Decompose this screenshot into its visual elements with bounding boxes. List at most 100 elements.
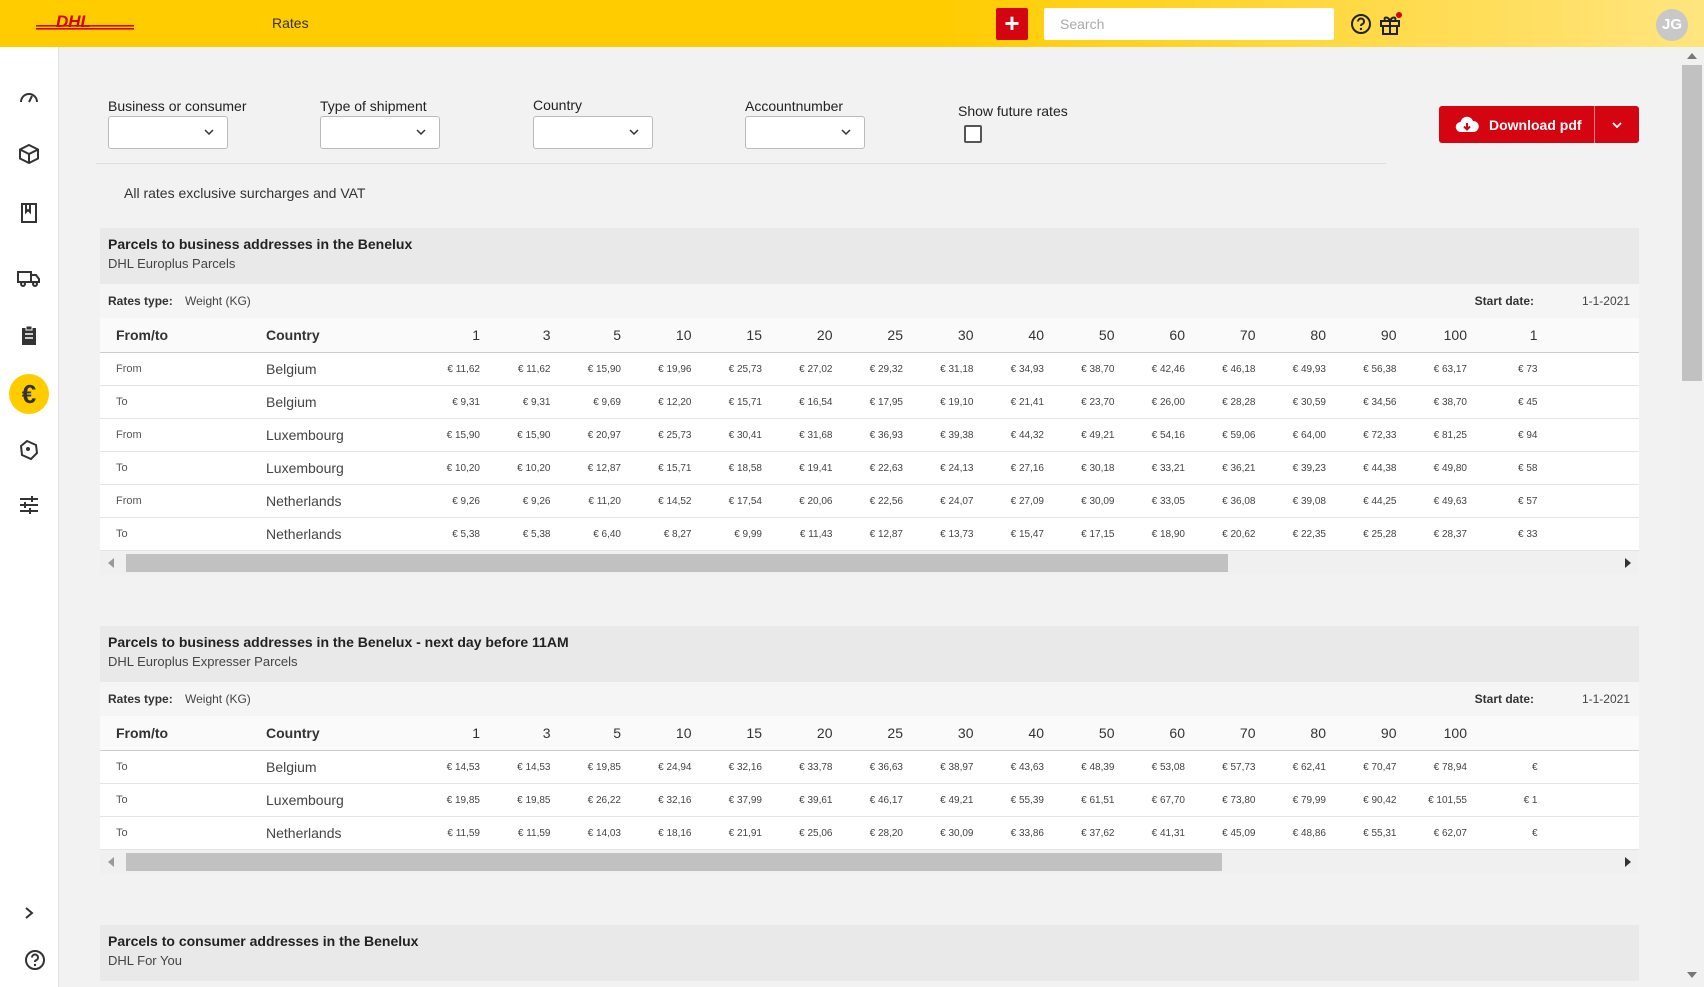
avatar[interactable]: JG	[1656, 9, 1688, 41]
rate-cell: € 63,17	[1433, 363, 1467, 375]
row-country: Belgium	[266, 759, 317, 775]
card-meta: Rates type: Weight (KG) Start date: 1-1-…	[100, 284, 1639, 318]
scroll-up-icon[interactable]	[1687, 53, 1697, 59]
shipment-type-label: Type of shipment	[320, 98, 427, 114]
table-row: To Belgium € 14,53 € 14,53 € 19,85 € 24,94 € 3…	[100, 751, 1639, 784]
rate-cell: € 30,09	[1081, 495, 1115, 507]
column-header-weight: 80	[1310, 327, 1326, 343]
scroll-right-icon[interactable]	[1625, 857, 1631, 867]
rate-cell: € 101,55	[1428, 794, 1467, 806]
rate-cell: € 73,80	[1222, 794, 1256, 806]
country-select[interactable]	[533, 116, 653, 149]
scroll-thumb[interactable]	[126, 853, 1222, 871]
future-rates-checkbox[interactable]	[964, 125, 982, 143]
row-country: Luxembourg	[266, 460, 344, 476]
scroll-right-icon[interactable]	[1625, 558, 1631, 568]
card-header: Parcels to business addresses in the Ben…	[100, 626, 1639, 682]
shipment-type-select[interactable]	[320, 116, 440, 149]
column-header-weight: 3	[542, 327, 551, 343]
rate-cell: € 64,00	[1292, 429, 1326, 441]
scroll-thumb[interactable]	[126, 554, 1228, 572]
country-label: Country	[533, 97, 583, 113]
help-icon[interactable]	[1350, 13, 1372, 35]
horizontal-scrollbar[interactable]	[100, 850, 1639, 874]
chevron-right-icon[interactable]	[16, 900, 42, 926]
horizontal-scrollbar[interactable]	[100, 551, 1639, 575]
download-pdf-button[interactable]: Download pdf	[1439, 106, 1639, 143]
euro-icon[interactable]: €	[9, 374, 49, 414]
dhl-logo[interactable]: DHL	[36, 14, 134, 32]
rate-cell: € 37,99	[728, 794, 762, 806]
rate-cell: € 36,21	[1222, 462, 1256, 474]
start-date-label: Start date:	[1474, 692, 1534, 706]
column-header-weight: 25	[887, 725, 903, 741]
row-country: Luxembourg	[266, 792, 344, 808]
package-icon[interactable]	[16, 141, 42, 167]
search-input[interactable]	[1044, 8, 1334, 40]
chevron-down-icon	[204, 129, 214, 136]
rate-cell: € 11,20	[588, 495, 621, 507]
column-header-weight: 100	[1443, 725, 1467, 741]
rate-cell: € 46,17	[869, 794, 903, 806]
rate-card: Parcels to consumer addresses in the Ben…	[100, 925, 1639, 981]
rate-cell: € 17,95	[869, 396, 903, 408]
cloud-download-icon	[1455, 116, 1479, 132]
main-content: Business or consumer Type of shipment Co…	[60, 47, 1676, 987]
rate-cell: € 18,16	[658, 827, 692, 839]
rate-cell: € 19,85	[587, 761, 621, 773]
card-subtitle: DHL Europlus Parcels	[108, 256, 236, 271]
table-row: From Netherlands € 9,26 € 9,26 € 11,20 € 14,5…	[100, 485, 1639, 518]
rate-cell: € 9,99	[734, 528, 762, 540]
rate-cell: € 49,21	[1081, 429, 1115, 441]
rate-cell: € 44,25	[1363, 495, 1397, 507]
scroll-left-icon[interactable]	[108, 857, 114, 867]
rate-cell: € 37,62	[1081, 827, 1115, 839]
business-consumer-select[interactable]	[108, 116, 228, 149]
card-header: Parcels to consumer addresses in the Ben…	[100, 925, 1639, 981]
row-direction: To	[116, 827, 128, 839]
rates-type-value: Weight (KG)	[185, 294, 251, 308]
table-row: To Netherlands € 11,59 € 11,59 € 14,03 € 18,1…	[100, 817, 1639, 850]
column-header-weight: 15	[746, 327, 762, 343]
rate-cell: € 28,28	[1222, 396, 1256, 408]
help-icon[interactable]	[22, 947, 48, 973]
scroll-down-icon[interactable]	[1687, 972, 1697, 978]
rate-cell: € 32,16	[728, 761, 762, 773]
rate-cell: €	[1531, 827, 1538, 839]
rate-cell: € 26,22	[587, 794, 621, 806]
rate-cell: € 38,70	[1081, 363, 1115, 375]
column-header-weight: 80	[1310, 725, 1326, 741]
truck-icon[interactable]	[16, 265, 42, 291]
address-book-icon[interactable]	[16, 200, 42, 226]
settings-sliders-icon[interactable]	[16, 492, 42, 518]
add-button[interactable]: +	[996, 8, 1028, 40]
rate-cell: € 28,37	[1433, 528, 1467, 540]
rate-cell: € 26,00	[1151, 396, 1185, 408]
column-header-weight: 90	[1380, 725, 1397, 741]
page-vertical-scrollbar[interactable]	[1680, 47, 1704, 987]
row-direction: To	[116, 462, 128, 474]
download-pdf-main[interactable]: Download pdf	[1439, 106, 1594, 143]
rates-note: All rates exclusive surcharges and VAT	[124, 185, 366, 201]
rate-cell: € 33,21	[1151, 462, 1185, 474]
dashboard-icon[interactable]	[16, 85, 42, 111]
chevron-down-icon	[416, 129, 426, 136]
row-direction: From	[116, 495, 142, 507]
rate-cell: € 12,87	[869, 528, 903, 540]
rate-cell: € 27,09	[1010, 495, 1044, 507]
rate-cell: € 34,93	[1010, 363, 1044, 375]
table-row: To Netherlands € 5,38 € 5,38 € 6,40 € 8,27 € 9…	[100, 518, 1639, 551]
rate-cell: €	[1531, 761, 1538, 773]
scroll-left-icon[interactable]	[108, 558, 114, 568]
rate-cell: € 36,63	[869, 761, 903, 773]
rate-cell: € 15,47	[1010, 528, 1044, 540]
clipboard-icon[interactable]	[16, 323, 42, 349]
accountnumber-select[interactable]	[745, 116, 865, 149]
badge-icon[interactable]	[16, 437, 42, 463]
column-header-weight: 25	[887, 327, 903, 343]
download-options-button[interactable]	[1595, 106, 1639, 143]
rate-cell: € 22,35	[1292, 528, 1326, 540]
column-header-weight: 100	[1443, 327, 1467, 343]
rate-cell: € 48,86	[1292, 827, 1326, 839]
vertical-scroll-thumb[interactable]	[1682, 65, 1702, 381]
